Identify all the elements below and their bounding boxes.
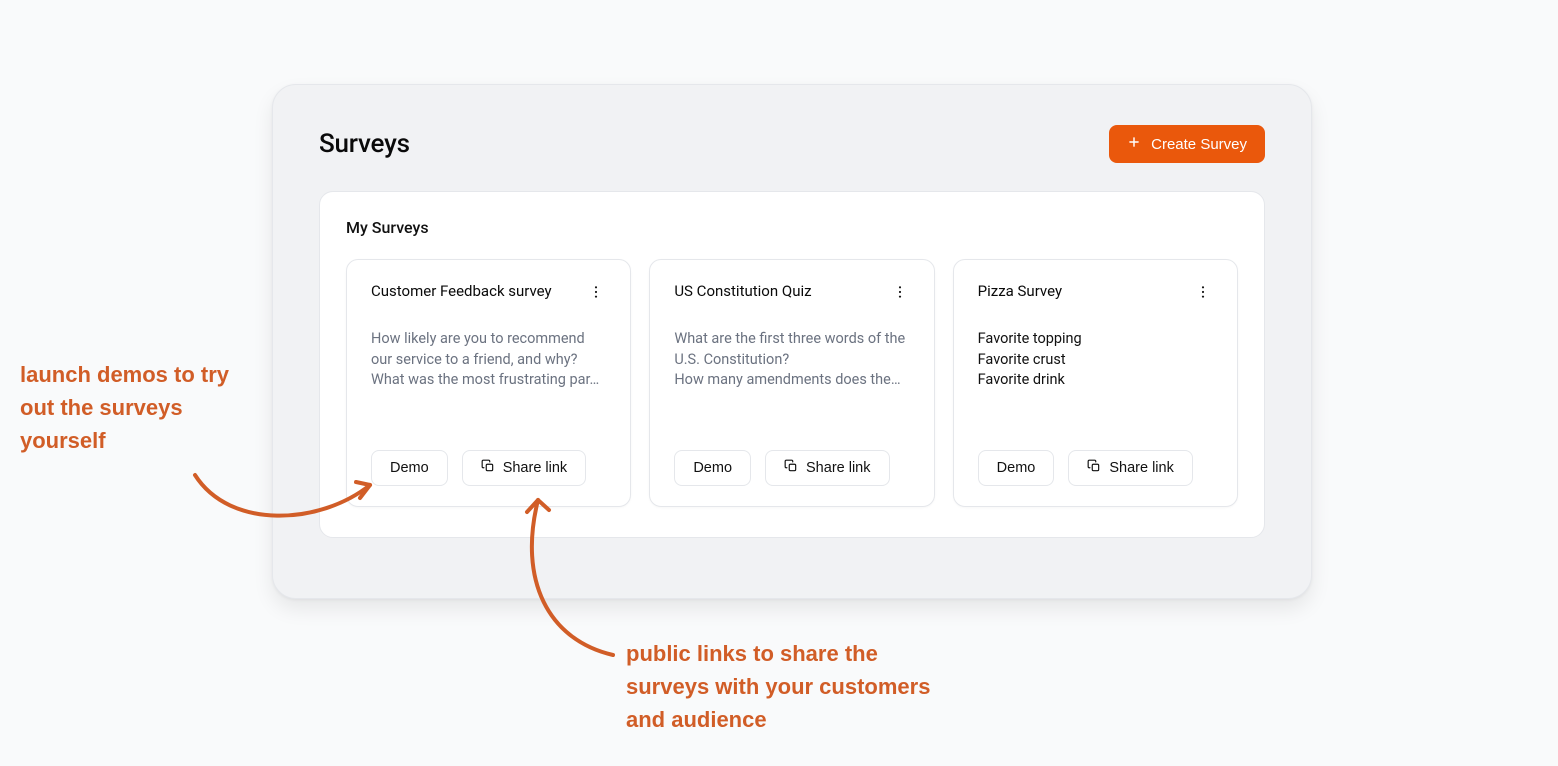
survey-card: US Constitution Quiz What are the first …: [649, 259, 934, 507]
annotation-demo: launch demos to try out the surveys your…: [20, 358, 260, 457]
card-header: Pizza Survey: [978, 282, 1213, 305]
my-surveys-container: My Surveys Customer Feedback survey: [319, 191, 1265, 538]
card-title: Pizza Survey: [978, 282, 1062, 300]
card-description: What are the first three words of the U.…: [674, 329, 909, 391]
card-description: How likely are you to recommend our serv…: [371, 329, 606, 391]
card-actions: Demo Share link: [371, 450, 606, 486]
panel-header: Surveys Create Survey: [319, 125, 1265, 163]
share-link-button[interactable]: Share link: [462, 450, 586, 486]
card-title: Customer Feedback survey: [371, 282, 552, 300]
share-link-button[interactable]: Share link: [765, 450, 889, 486]
share-link-button[interactable]: Share link: [1068, 450, 1192, 486]
demo-button[interactable]: Demo: [674, 450, 751, 486]
copy-icon: [1087, 459, 1101, 477]
more-vertical-icon: [588, 288, 604, 303]
create-survey-button[interactable]: Create Survey: [1109, 125, 1265, 163]
more-options-button[interactable]: [586, 282, 606, 305]
demo-label: Demo: [997, 460, 1036, 476]
card-header: US Constitution Quiz: [674, 282, 909, 305]
demo-button[interactable]: Demo: [371, 450, 448, 486]
card-actions: Demo Share link: [978, 450, 1213, 486]
card-description: Favorite topping Favorite crust Favorite…: [978, 329, 1213, 391]
demo-label: Demo: [693, 460, 732, 476]
create-survey-label: Create Survey: [1151, 136, 1247, 153]
card-actions: Demo Share link: [674, 450, 909, 486]
copy-icon: [481, 459, 495, 477]
more-vertical-icon: [892, 288, 908, 303]
card-header: Customer Feedback survey: [371, 282, 606, 305]
more-options-button[interactable]: [1193, 282, 1213, 305]
page-title: Surveys: [319, 129, 410, 159]
demo-label: Demo: [390, 460, 429, 476]
annotation-share: public links to share the surveys with y…: [626, 637, 966, 736]
more-options-button[interactable]: [890, 282, 910, 305]
share-label: Share link: [1109, 460, 1173, 476]
surveys-panel: Surveys Create Survey My Surveys Custome…: [272, 84, 1312, 599]
survey-cards-row: Customer Feedback survey How likely are …: [346, 259, 1238, 507]
survey-card: Customer Feedback survey How likely are …: [346, 259, 631, 507]
more-vertical-icon: [1195, 288, 1211, 303]
survey-card: Pizza Survey Favorite topping Favorite c…: [953, 259, 1238, 507]
share-label: Share link: [503, 460, 567, 476]
copy-icon: [784, 459, 798, 477]
share-label: Share link: [806, 460, 870, 476]
demo-button[interactable]: Demo: [978, 450, 1055, 486]
section-title: My Surveys: [346, 218, 1238, 237]
plus-icon: [1127, 135, 1141, 153]
card-title: US Constitution Quiz: [674, 282, 811, 300]
